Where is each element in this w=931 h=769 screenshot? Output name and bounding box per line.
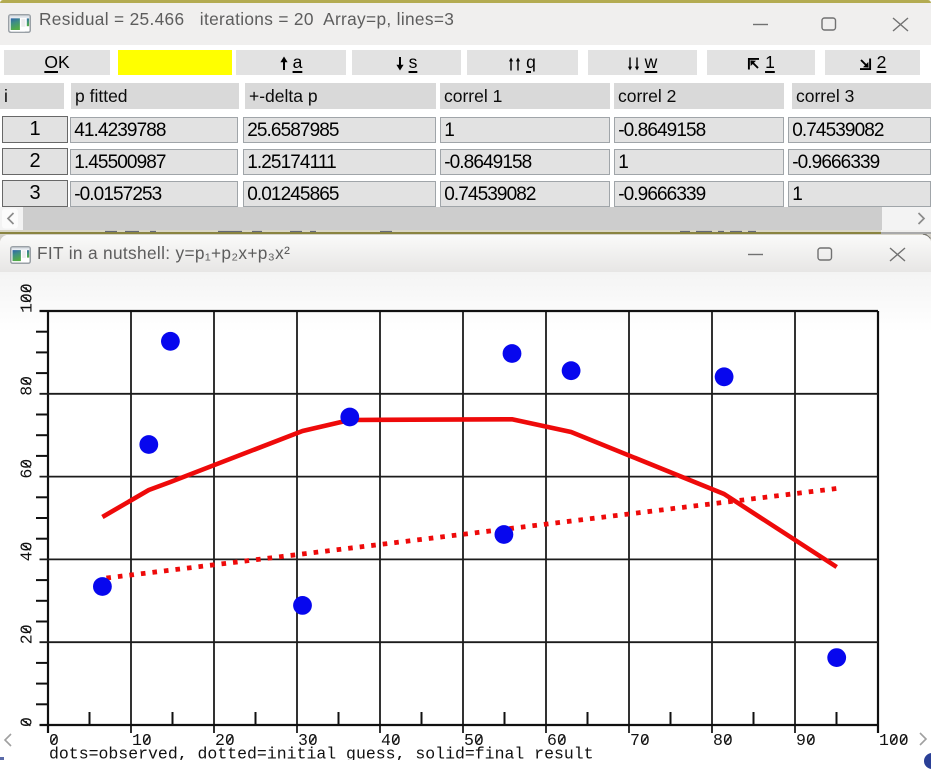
- svg-text:80: 80: [713, 731, 733, 750]
- svg-text:0: 0: [18, 717, 37, 727]
- svg-text:70: 70: [630, 731, 650, 750]
- svg-text:100: 100: [18, 283, 37, 313]
- svg-text:20: 20: [18, 624, 37, 644]
- svg-text:40: 40: [18, 542, 37, 562]
- svg-text:60: 60: [18, 459, 37, 479]
- svg-text:dots=observed, dotted=initial: dots=observed, dotted=initial guess, sol…: [49, 745, 594, 761]
- svg-text:90: 90: [796, 731, 816, 750]
- svg-text:80: 80: [18, 376, 37, 396]
